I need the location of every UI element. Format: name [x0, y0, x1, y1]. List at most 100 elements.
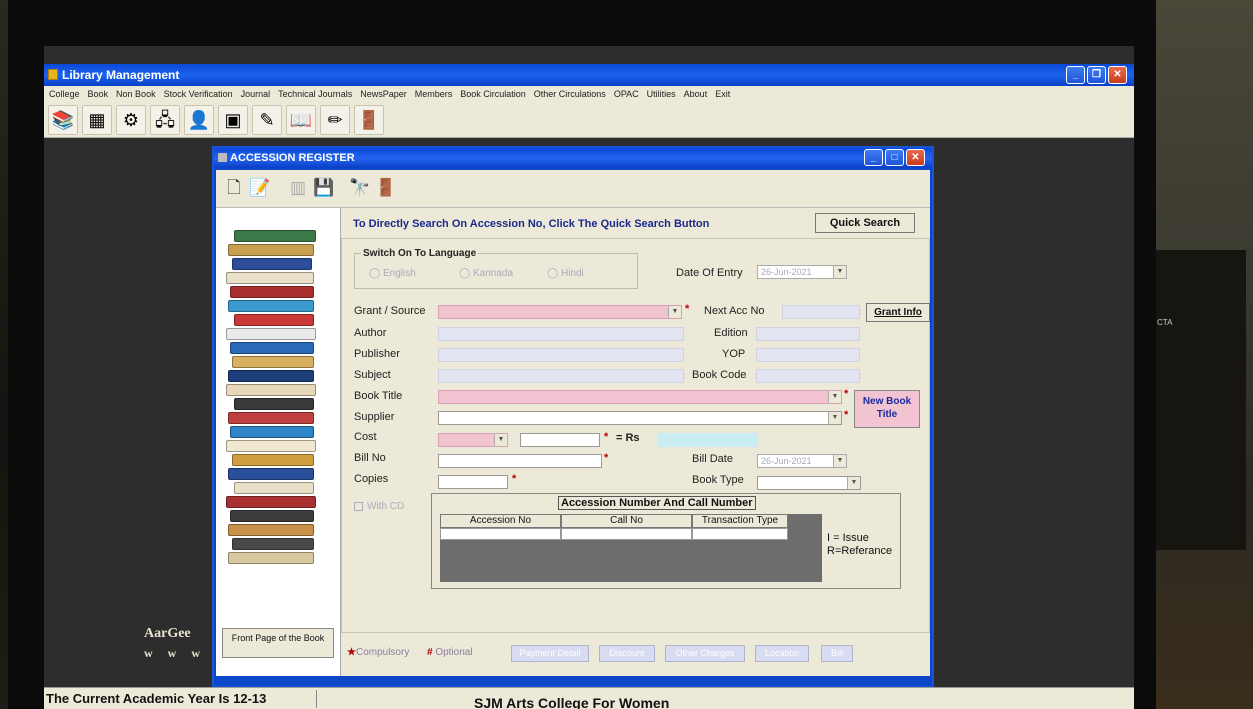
pencil-icon[interactable]: ✏ [320, 104, 350, 135]
menu-utilities[interactable]: Utilities [647, 89, 676, 99]
menu-exit[interactable]: Exit [715, 89, 730, 99]
book-graphic [228, 468, 314, 480]
grid-icon[interactable]: ▦ [82, 104, 112, 135]
location-button[interactable]: Location [755, 645, 809, 662]
menu-members[interactable]: Members [415, 89, 453, 99]
menu-college[interactable]: College [49, 89, 80, 99]
book-graphic [232, 258, 312, 270]
minimize-button[interactable]: _ [1066, 66, 1085, 84]
menu-book-circulation[interactable]: Book Circulation [460, 89, 526, 99]
next-acc-no-label: Next Acc No [704, 305, 765, 317]
menu-about[interactable]: About [684, 89, 708, 99]
save-record-icon[interactable]: 💾 [312, 177, 336, 201]
exit-door-icon[interactable]: 🚪 [354, 104, 384, 135]
menu-other-circulations[interactable]: Other Circulations [534, 89, 606, 99]
new-record-icon[interactable]: 🗋 [222, 177, 246, 201]
grid-cell[interactable] [561, 528, 692, 540]
quick-search-hint: To Directly Search On Accession No, Clic… [353, 218, 710, 230]
book-code-field[interactable] [756, 369, 860, 383]
chevron-down-icon: ▼ [833, 266, 846, 278]
monitor-bezel: Library Management _ ❐ ✕ College Book No… [8, 0, 1156, 709]
grant-info-button[interactable]: Grant Info [866, 303, 930, 322]
yop-label: YOP [722, 348, 746, 360]
child-maximize-button[interactable]: □ [885, 149, 904, 166]
copies-field[interactable] [438, 475, 508, 489]
menu-non-book[interactable]: Non Book [116, 89, 156, 99]
close-button[interactable]: ✕ [1108, 66, 1127, 84]
copies-label: Copies [354, 473, 389, 485]
language-kannada-radio[interactable]: ◯ Kannada [459, 268, 513, 279]
bill-button[interactable]: Bill [821, 645, 853, 662]
new-book-title-button[interactable]: New Book Title [854, 390, 920, 428]
with-cd-checkbox[interactable]: With CD [354, 501, 404, 512]
books-icon[interactable]: 📚 [48, 104, 78, 135]
other-charges-button[interactable]: Other Charges [665, 645, 745, 662]
person-icon[interactable]: 👤 [184, 104, 214, 135]
search-icon[interactable]: 🔭 [348, 177, 372, 201]
app-icon [48, 69, 58, 80]
language-english-radio[interactable]: ◯ English [369, 268, 416, 279]
col-accession-no[interactable]: Accession No [440, 514, 561, 528]
book-title-select[interactable]: ▼ [438, 390, 842, 404]
exit-icon[interactable]: 🚪 [374, 177, 398, 201]
chevron-down-icon: ▼ [494, 434, 507, 446]
window-client-area: 🗋 📝 ▥ 💾 🔭 🚪 Front Page of the Book To Di… [216, 170, 930, 676]
screen-icon[interactable]: ▣ [218, 104, 248, 135]
author-field[interactable] [438, 327, 684, 341]
menu-journal[interactable]: Journal [241, 89, 271, 99]
menu-stock-verification[interactable]: Stock Verification [164, 89, 233, 99]
menu-technical-journals[interactable]: Technical Journals [278, 89, 352, 99]
child-close-button[interactable]: ✕ [906, 149, 925, 166]
rs-amount-field [658, 433, 758, 447]
discount-button[interactable]: Discount [599, 645, 655, 662]
date-of-entry-picker[interactable]: 26-Jun-2021 ▼ [757, 265, 847, 279]
book-graphic [234, 482, 314, 494]
delete-record-icon[interactable]: ▥ [286, 177, 310, 201]
book-title-label: Book Title [354, 390, 403, 402]
book-graphic [232, 454, 314, 466]
language-hindi-radio[interactable]: ◯ Hindi [547, 268, 584, 279]
bill-no-label: Bill No [354, 452, 386, 464]
grid-cell[interactable] [440, 528, 561, 540]
book-type-select[interactable]: ▼ [757, 476, 861, 490]
yop-field[interactable] [756, 348, 860, 362]
front-page-button[interactable]: Front Page of the Book [222, 628, 334, 658]
menu-newspaper[interactable]: NewsPaper [360, 89, 407, 99]
grant-source-select[interactable]: ▼ [438, 305, 682, 319]
network-icon[interactable]: 🖧 [150, 104, 180, 135]
edit-record-icon[interactable]: 📝 [248, 177, 272, 201]
menu-book[interactable]: Book [88, 89, 109, 99]
child-window-controls: _ □ ✕ [864, 149, 925, 166]
child-minimize-button[interactable]: _ [864, 149, 883, 166]
payment-detail-button[interactable]: Payment Detail [511, 645, 589, 662]
book-graphic [228, 370, 314, 382]
status-divider [316, 690, 317, 708]
quick-search-button[interactable]: Quick Search [815, 213, 915, 233]
cost-field[interactable] [520, 433, 600, 447]
optional-note: # Optional [427, 647, 473, 658]
menu-opac[interactable]: OPAC [614, 89, 639, 99]
col-transaction-type[interactable]: Transaction Type [692, 514, 788, 528]
publisher-field[interactable] [438, 348, 684, 362]
bill-date-picker[interactable]: 26-Jun-2021 ▼ [757, 454, 847, 468]
edition-label: Edition [714, 327, 748, 339]
supplier-select[interactable]: ▼ [438, 411, 842, 425]
accession-grid[interactable]: Accession No Call No Transaction Type [440, 514, 822, 582]
edition-field[interactable] [756, 327, 860, 341]
screen: Library Management _ ❐ ✕ College Book No… [44, 46, 1134, 709]
currency-select[interactable]: ▼ [438, 433, 508, 447]
col-call-no[interactable]: Call No [561, 514, 692, 528]
tools-icon[interactable]: ✎ [252, 104, 282, 135]
chevron-down-icon: ▼ [833, 455, 846, 467]
language-group: Switch On To Language ◯ English ◯ Kannad… [354, 248, 638, 289]
book-icon[interactable]: 📖 [286, 104, 316, 135]
gear-icon[interactable]: ⚙ [116, 104, 146, 135]
subject-field[interactable] [438, 369, 684, 383]
grid-cell[interactable] [692, 528, 788, 540]
legend-issue: I = Issue [827, 532, 869, 544]
book-graphic [232, 538, 314, 550]
language-group-title: Switch On To Language [361, 248, 479, 259]
bill-no-field[interactable] [438, 454, 602, 468]
restore-button[interactable]: ❐ [1087, 66, 1106, 84]
window-icon [218, 153, 227, 162]
